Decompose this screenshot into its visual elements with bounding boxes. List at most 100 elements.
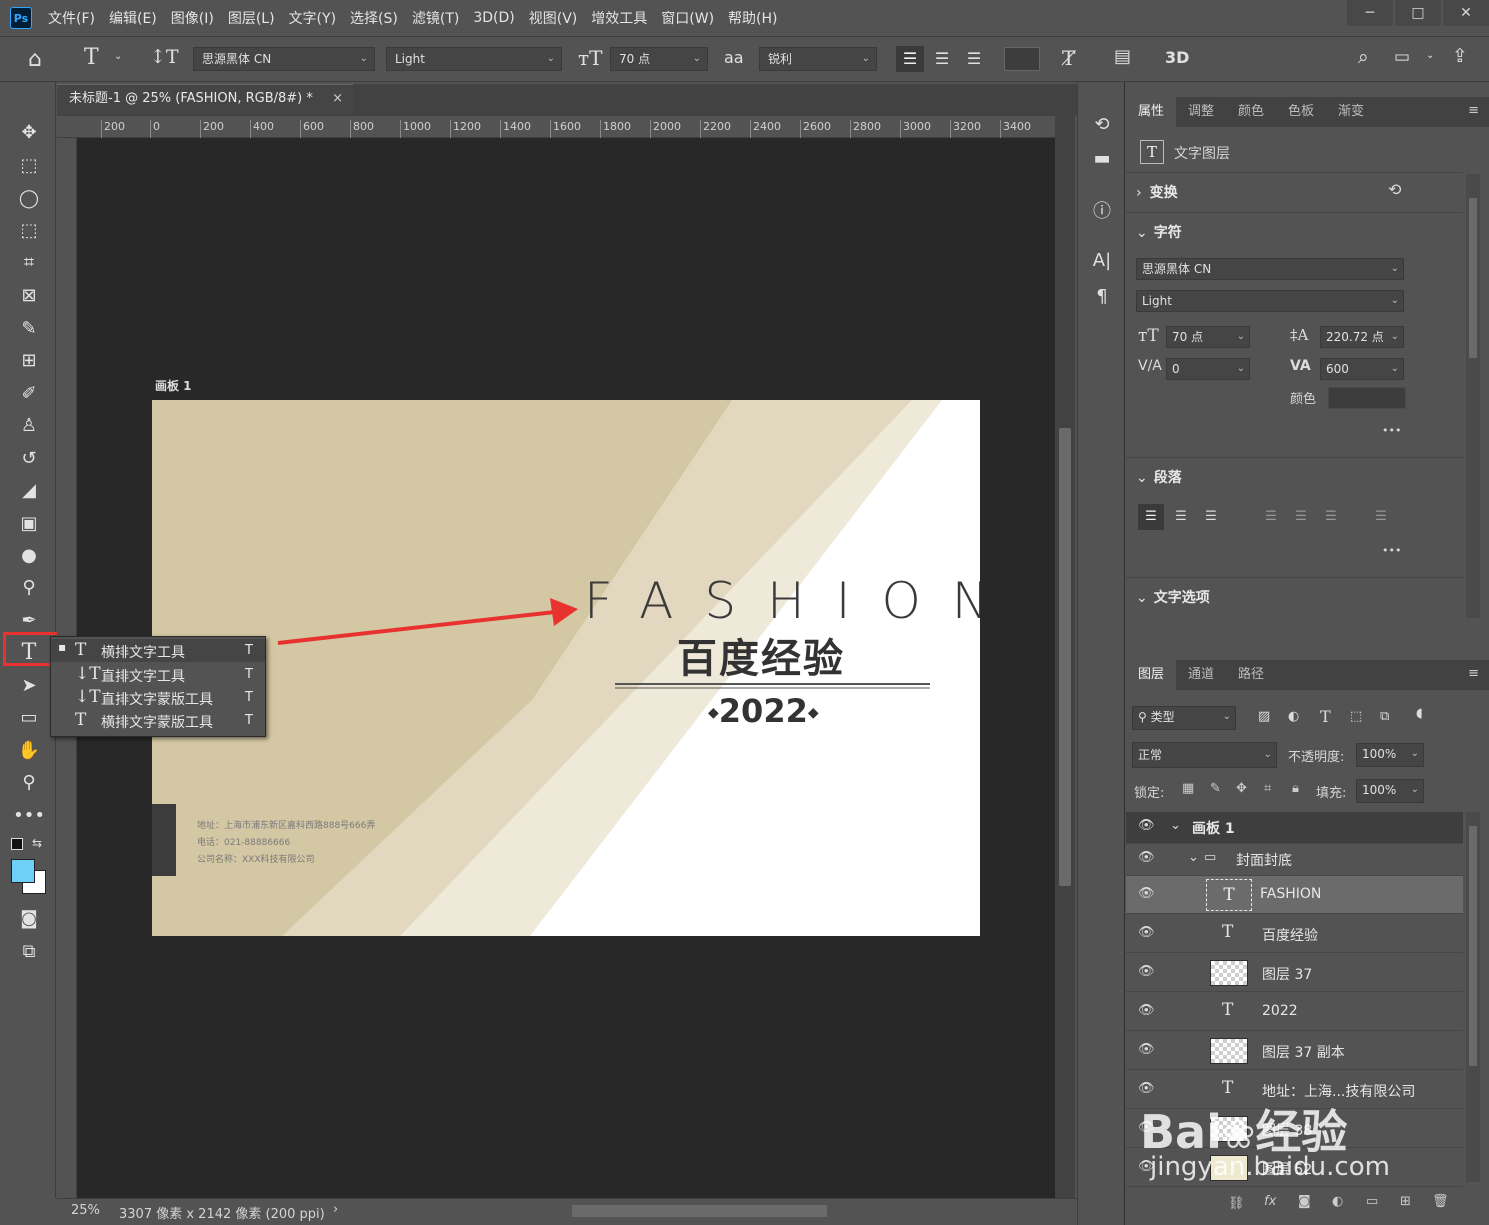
- flyout-vertical-type[interactable]: ↓T 直排文字工具 T: [51, 663, 265, 686]
- antialias-select[interactable]: 锐利 ⌄: [759, 47, 877, 71]
- eraser-tool-icon[interactable]: ◢: [14, 476, 44, 504]
- crop-tool-icon[interactable]: ⌗: [14, 248, 44, 276]
- tab-channels[interactable]: 通道: [1176, 660, 1226, 690]
- artboard[interactable]: FASHION 百度经验 ◆2022◆ 地址：上海市浦东新区嘉科西路888号66…: [152, 400, 980, 936]
- properties-scrollbar[interactable]: [1466, 174, 1480, 618]
- screen-mode-icon[interactable]: ⧉: [14, 937, 44, 965]
- lasso-tool-icon[interactable]: ◯: [14, 184, 44, 212]
- fill-field[interactable]: 100% ⌄: [1356, 779, 1424, 803]
- horizontal-scroll-thumb[interactable]: [572, 1205, 827, 1217]
- lock-image-icon[interactable]: ✎: [1210, 781, 1221, 796]
- dodge-tool-icon[interactable]: ⚲: [14, 573, 44, 601]
- history-brush-tool-icon[interactable]: ↺: [14, 444, 44, 472]
- menu-type[interactable]: 文字(Y): [289, 8, 336, 28]
- font-size-select[interactable]: 70 点 ⌄: [610, 47, 708, 71]
- company-text[interactable]: 公司名称：XXX科技有限公司: [197, 852, 315, 865]
- phone-text[interactable]: 电话：021-88886666: [197, 835, 290, 848]
- eyedropper-tool-icon[interactable]: ✎: [14, 314, 44, 342]
- layers-scroll-thumb[interactable]: [1469, 826, 1477, 1066]
- preset-chevron-icon[interactable]: ⌄: [114, 51, 122, 62]
- text-color-swatch[interactable]: [1004, 47, 1040, 71]
- info-panel-icon[interactable]: ⓘ: [1088, 196, 1116, 224]
- tab-paths[interactable]: 路径: [1226, 660, 1276, 690]
- menu-edit[interactable]: 编辑(E): [109, 8, 157, 28]
- para-justify-last-right-button[interactable]: ☰: [1318, 504, 1344, 530]
- text-orientation-icon[interactable]: ↕T: [150, 46, 179, 68]
- flyout-vertical-type-mask[interactable]: ↓T 直排文字蒙版工具 T: [51, 686, 265, 709]
- close-tab-icon[interactable]: ×: [332, 85, 343, 113]
- tab-gradients[interactable]: 渐变: [1326, 97, 1376, 127]
- filter-smart-object-icon[interactable]: ⧉: [1380, 709, 1389, 724]
- minimize-button[interactable]: ─: [1347, 0, 1393, 26]
- visibility-eye-icon[interactable]: 👁︎: [1138, 886, 1155, 901]
- foreground-color-swatch[interactable]: [11, 859, 35, 883]
- title-en[interactable]: FASHION: [584, 572, 980, 630]
- flyout-horizontal-type[interactable]: ▪ T 横排文字工具 T: [51, 639, 265, 662]
- object-select-tool-icon[interactable]: ⬚: [14, 216, 44, 244]
- tab-swatches[interactable]: 色板: [1276, 97, 1326, 127]
- warp-text-icon[interactable]: Ⱦ: [1062, 46, 1075, 70]
- maximize-button[interactable]: □: [1395, 0, 1441, 26]
- layer-row-37-copy[interactable]: 👁︎ 图层 37 副本: [1126, 1032, 1463, 1070]
- properties-scroll-thumb[interactable]: [1469, 198, 1477, 358]
- share-icon[interactable]: ⇪: [1452, 45, 1468, 67]
- tab-properties[interactable]: 属性: [1126, 97, 1176, 127]
- menu-image[interactable]: 图像(I): [171, 8, 214, 28]
- menu-plugins[interactable]: 增效工具: [591, 8, 647, 28]
- pen-tool-icon[interactable]: ✒: [14, 606, 44, 634]
- menu-view[interactable]: 视图(V): [529, 8, 578, 28]
- char-tracking-field[interactable]: 600 ⌄: [1320, 358, 1404, 380]
- character-panel-icon[interactable]: A|: [1088, 246, 1116, 274]
- menu-filter[interactable]: 滤镜(T): [412, 8, 459, 28]
- adjustment-layer-icon[interactable]: ◐: [1332, 1194, 1343, 1209]
- visibility-eye-icon[interactable]: 👁︎: [1138, 1042, 1155, 1057]
- char-leading-field[interactable]: 220.72 点 ⌄: [1320, 326, 1404, 348]
- char-font-family-select[interactable]: 思源黑体 CN ⌄: [1136, 258, 1404, 280]
- vertical-scrollbar[interactable]: [1055, 116, 1075, 1198]
- search-icon[interactable]: ⌕: [1358, 46, 1369, 68]
- layers-scrollbar[interactable]: [1466, 812, 1480, 1182]
- new-group-icon[interactable]: ▭: [1366, 1194, 1378, 1209]
- hand-tool-icon[interactable]: ✋: [14, 736, 44, 764]
- transform-section[interactable]: › 变换: [1136, 182, 1178, 202]
- paragraph-panel-icon[interactable]: ¶: [1088, 282, 1116, 310]
- new-layer-icon[interactable]: ⊞: [1400, 1194, 1411, 1209]
- quick-mask-icon[interactable]: ◙: [14, 904, 44, 932]
- layer-row-fashion[interactable]: 👁︎ T FASHION: [1126, 876, 1463, 914]
- filter-shape-icon[interactable]: ⬚: [1350, 709, 1362, 724]
- title-cn[interactable]: 百度经验: [677, 626, 845, 684]
- para-justify-last-center-button[interactable]: ☰: [1288, 504, 1314, 530]
- rectangle-tool-icon[interactable]: ▭: [14, 703, 44, 731]
- layer-style-fx-icon[interactable]: fx: [1264, 1194, 1276, 1209]
- filter-type-icon[interactable]: T: [1320, 707, 1331, 726]
- para-justify-all-button[interactable]: ☰: [1368, 504, 1394, 530]
- char-kerning-field[interactable]: 0 ⌄: [1166, 358, 1250, 380]
- comments-panel-icon[interactable]: ▬: [1088, 144, 1116, 172]
- align-left-button[interactable]: ☰: [896, 46, 924, 72]
- align-center-button[interactable]: ☰: [928, 46, 956, 72]
- character-panel-icon[interactable]: ▤: [1114, 46, 1131, 67]
- workspace-icon[interactable]: ▭: [1394, 47, 1410, 67]
- marquee-tool-icon[interactable]: ⬚: [14, 151, 44, 179]
- char-size-field[interactable]: 70 点 ⌄: [1166, 326, 1250, 348]
- menu-file[interactable]: 文件(F): [48, 8, 95, 28]
- filter-pixel-icon[interactable]: ▨: [1258, 709, 1270, 724]
- panel-menu-icon[interactable]: ≡: [1468, 103, 1479, 118]
- layer-row-2022[interactable]: 👁︎ T 2022: [1126, 993, 1463, 1031]
- filter-adjustment-icon[interactable]: ◐: [1288, 709, 1299, 724]
- para-justify-last-left-button[interactable]: ☰: [1258, 504, 1284, 530]
- add-mask-icon[interactable]: ◙: [1298, 1194, 1311, 1209]
- filter-toggle-icon[interactable]: ◖: [1416, 706, 1423, 721]
- swap-colors-icon[interactable]: ⇆: [32, 836, 42, 850]
- reset-transform-icon[interactable]: ⟲: [1388, 180, 1401, 199]
- scroll-thumb[interactable]: [1059, 428, 1071, 886]
- more-tools-icon[interactable]: •••: [13, 801, 45, 829]
- blend-mode-select[interactable]: 正常 ⌄: [1132, 742, 1277, 768]
- link-layers-icon[interactable]: ⛓︎: [1228, 1196, 1245, 1211]
- opacity-field[interactable]: 100% ⌄: [1356, 743, 1424, 767]
- status-chevron-icon[interactable]: ›: [333, 1202, 338, 1217]
- lock-artboard-icon[interactable]: ⌗: [1264, 781, 1271, 796]
- align-right-button[interactable]: ☰: [960, 46, 988, 72]
- character-section[interactable]: ⌄ 字符: [1136, 222, 1182, 242]
- frame-tool-icon[interactable]: ⊠: [14, 281, 44, 309]
